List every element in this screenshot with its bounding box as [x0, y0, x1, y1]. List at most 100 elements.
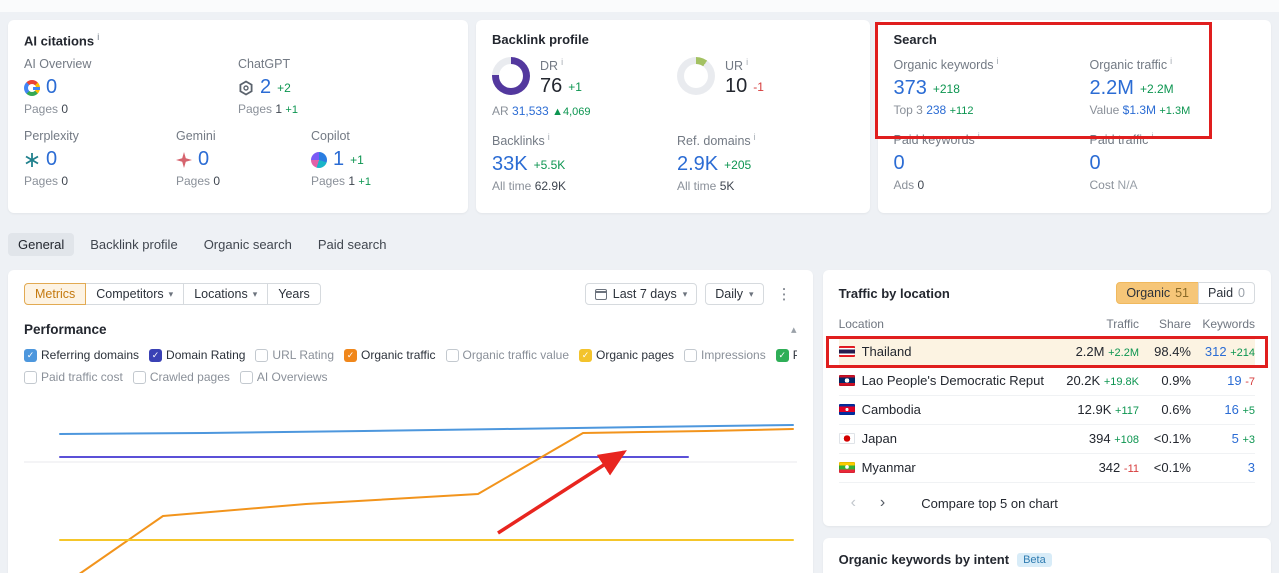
toggle-paid[interactable]: Paid 0: [1198, 282, 1255, 304]
pages-value: 0: [61, 102, 69, 117]
collapse-section-icon[interactable]: ▴: [791, 323, 797, 336]
location-row-thailand[interactable]: Thailand 2.2M +2.2M 98.4% 312 +214: [825, 336, 1268, 368]
competitors-button[interactable]: Competitors ▾: [85, 283, 185, 305]
keywords-link[interactable]: 16: [1224, 402, 1238, 417]
paid-traffic-value[interactable]: 0: [1090, 152, 1101, 175]
top3-value[interactable]: 238: [926, 103, 946, 117]
legend-referring-domains[interactable]: Referring domains: [24, 348, 139, 362]
more-options-icon[interactable]: ⋮: [772, 285, 797, 303]
ur-value: 10: [725, 75, 748, 98]
tab-organic-search[interactable]: Organic search: [194, 233, 302, 256]
legend-label: Organic traffic value: [462, 348, 570, 362]
column-keywords[interactable]: Keywords: [1191, 317, 1255, 331]
chevron-down-icon: ▾: [749, 288, 754, 299]
main-row: Metrics Competitors ▾ Locations ▾ Years La…: [0, 270, 1279, 573]
legend-label: Paid traffic cost: [41, 370, 123, 384]
performance-card: Metrics Competitors ▾ Locations ▾ Years La…: [8, 270, 813, 573]
traffic-change: -11: [1123, 463, 1139, 475]
domain-rating-block: DR 76 +1 AR 31,533 ▲4,069: [492, 57, 677, 118]
locations-button[interactable]: Locations ▾: [183, 283, 269, 305]
legend-paid-traffic[interactable]: Paid traffic: [775, 348, 797, 362]
organic-keywords-value[interactable]: 373: [894, 77, 927, 100]
pages-value: 0: [213, 174, 221, 189]
ref-domains-value[interactable]: 2.9K: [677, 153, 718, 176]
chevron-down-icon: ▾: [682, 288, 688, 299]
backlink-profile-grid: DR 76 +1 AR 31,533 ▲4,069 UR 10: [492, 57, 854, 193]
legend-label: Crawled pages: [149, 370, 230, 384]
pages-label: Pages: [311, 174, 346, 189]
value-amount[interactable]: $1.3M: [1123, 103, 1156, 117]
keywords-change: +214: [1230, 347, 1255, 359]
keywords-link[interactable]: 312: [1205, 344, 1227, 359]
granularity-label: Daily: [715, 287, 744, 301]
legend-organic-pages[interactable]: Organic pages: [579, 348, 674, 362]
ai-citations-value[interactable]: 1: [333, 148, 344, 171]
alltime-label: All time: [677, 179, 717, 194]
legend-crawled-pages[interactable]: Crawled pages: [132, 370, 230, 384]
tab-general[interactable]: General: [8, 233, 75, 256]
location-row-cambodia[interactable]: Cambodia 12.9K +117 0.6% 16 +5: [838, 396, 1255, 425]
paid-keywords-value[interactable]: 0: [894, 152, 905, 175]
pages-value: 0: [61, 174, 69, 189]
next-page-icon[interactable]: ›: [868, 495, 897, 511]
ads-label: Ads: [893, 178, 915, 193]
pages-label: Pages: [24, 102, 59, 117]
legend-url-rating[interactable]: URL Rating: [255, 348, 334, 362]
alltime-value: 5K: [719, 179, 735, 194]
legend-label: Paid traffic: [793, 348, 797, 362]
legend-paid-traffic-cost[interactable]: Paid traffic cost: [24, 370, 123, 384]
copilot-icon: [311, 151, 327, 168]
legend-organic-traffic-value[interactable]: Organic traffic value: [445, 348, 570, 362]
alltime-value: 62.9K: [534, 179, 567, 194]
column-traffic[interactable]: Traffic: [1044, 317, 1139, 331]
organic-keywords-change: +218: [932, 81, 960, 96]
performance-chart-area[interactable]: [24, 390, 797, 573]
google-icon: [24, 79, 40, 96]
ar-value[interactable]: 31,533: [512, 104, 549, 118]
checkbox-icon: [775, 348, 789, 362]
granularity-button[interactable]: Daily ▾: [705, 283, 764, 305]
location-row-myanmar[interactable]: Myanmar 342 -11 <0.1% 3: [838, 454, 1255, 483]
backlinks-value[interactable]: 33K: [492, 153, 528, 176]
perplexity-icon: [24, 152, 40, 168]
prev-page-icon[interactable]: ‹: [839, 495, 868, 511]
ai-citations-value[interactable]: 0: [46, 148, 57, 171]
checkbox-icon: [239, 370, 253, 384]
paid-keywords-block: Paid keywords 0 Ads 0: [894, 131, 1090, 192]
column-location[interactable]: Location: [839, 317, 1044, 331]
dr-change: +1: [568, 79, 582, 94]
compare-top5-link[interactable]: Compare top 5 on chart: [921, 496, 1058, 511]
keywords-link[interactable]: 3: [1248, 460, 1255, 475]
metrics-button[interactable]: Metrics: [24, 283, 87, 305]
tab-backlink-profile[interactable]: Backlink profile: [80, 233, 187, 256]
dr-value: 76: [540, 75, 563, 98]
keywords-link[interactable]: 19: [1227, 373, 1241, 388]
legend-label: Organic pages: [596, 348, 675, 362]
annotation-arrow: [497, 450, 627, 535]
ai-source-label: Gemini: [176, 129, 216, 144]
location-row-japan[interactable]: Japan 394 +108 <0.1% 5 +3: [838, 425, 1255, 454]
legend-organic-traffic[interactable]: Organic traffic: [344, 348, 436, 362]
legend-impressions[interactable]: Impressions: [684, 348, 766, 362]
toggle-organic[interactable]: Organic 51: [1116, 282, 1200, 304]
keywords-link[interactable]: 5: [1232, 431, 1239, 446]
locations-label: Locations: [194, 287, 248, 301]
ai-citations-value[interactable]: 2: [260, 76, 271, 99]
share-value: 98.4%: [1154, 344, 1191, 359]
alltime-label: All time: [492, 179, 532, 194]
traffic-value: 394: [1088, 431, 1111, 446]
ref-domains-label: Ref. domains: [677, 132, 854, 148]
ai-citations-value[interactable]: 0: [198, 148, 209, 171]
summary-cards-row: AI citations AI Overview 0 Pages 0 ChatG…: [0, 12, 1279, 221]
tab-paid-search[interactable]: Paid search: [308, 233, 397, 256]
column-share[interactable]: Share: [1139, 317, 1191, 331]
date-range-button[interactable]: Last 7 days ▾: [584, 283, 698, 305]
url-rating-block: UR 10 -1: [677, 57, 854, 118]
years-button[interactable]: Years: [267, 283, 321, 305]
organic-traffic-value[interactable]: 2.2M: [1090, 77, 1134, 100]
ai-citations-value[interactable]: 0: [46, 76, 57, 99]
legend-ai-overviews[interactable]: AI Overviews: [239, 370, 328, 384]
legend-domain-rating[interactable]: Domain Rating: [149, 348, 245, 362]
top3-change: +112: [949, 105, 974, 118]
location-row-laos[interactable]: Lao People's Democratic Reput 20.2K +19.…: [838, 367, 1255, 396]
